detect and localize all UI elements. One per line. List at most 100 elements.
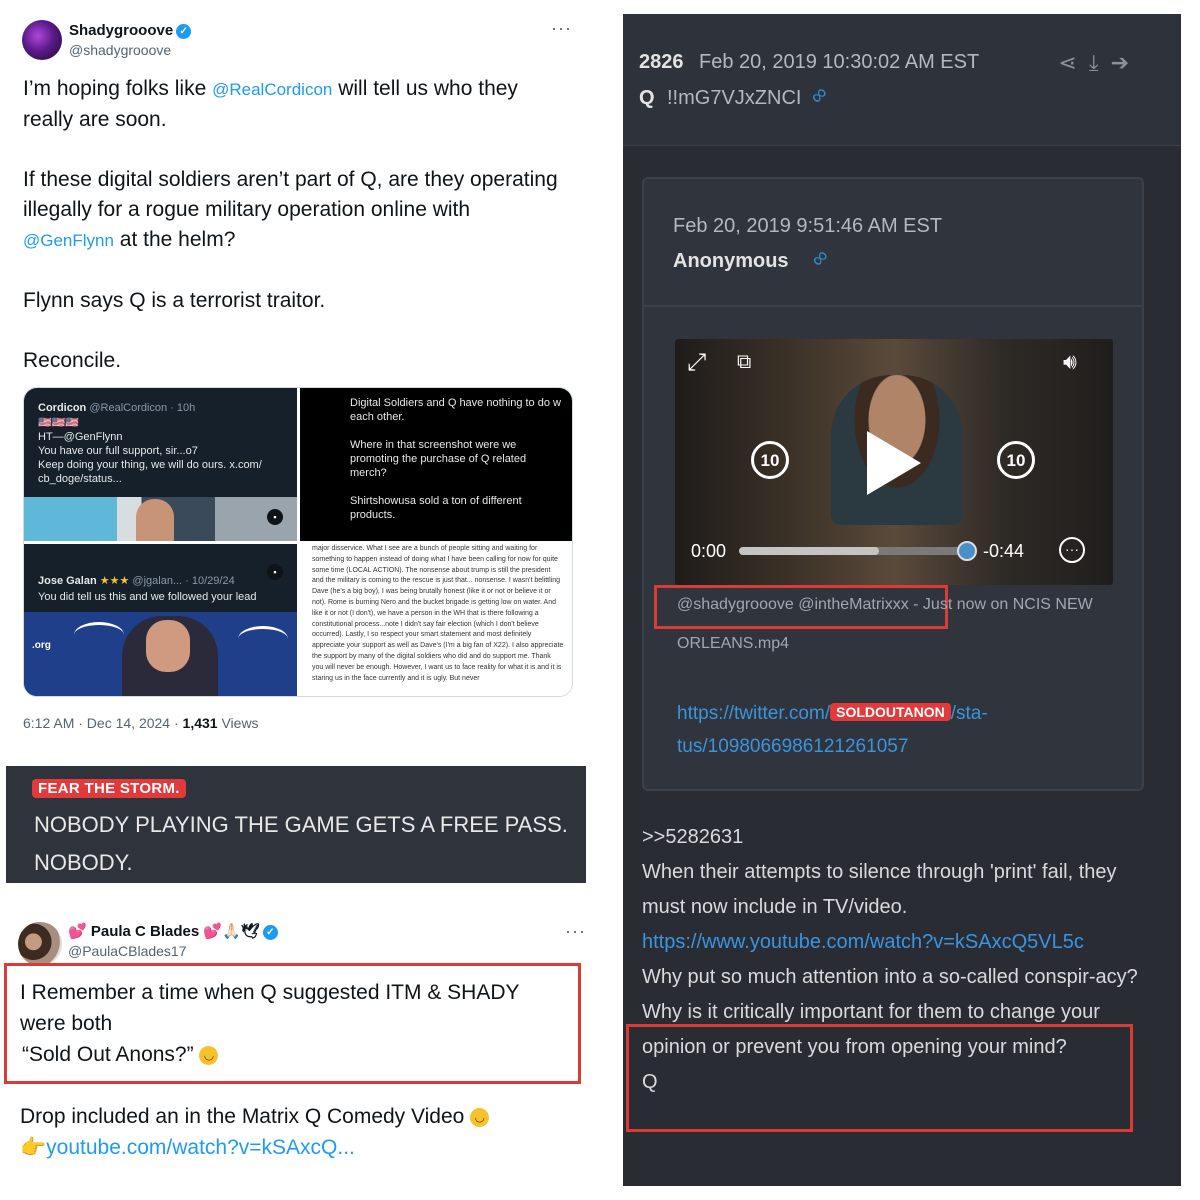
reply-reference[interactable]: >>5282631 (642, 820, 1152, 855)
video-caption: @shadygrooove @intheMatrixxx - Just now … (677, 596, 1093, 614)
twitter-link[interactable]: tus/1098066986121261057 (677, 736, 908, 758)
tweet-line: “Sold Out Anons?” ◡ (20, 1039, 560, 1070)
tweet-paragraph: I’m hoping folks like @RealCordicon will… (23, 74, 563, 135)
tweet-paragraph: Reconcile. (23, 349, 122, 372)
youtube-link[interactable]: https://www.youtube.com/watch?v=kSAxcQ5V… (642, 925, 1152, 960)
post-number[interactable]: 2826 (639, 51, 684, 74)
post-actions: ⋖⤓➔ (1058, 50, 1141, 76)
tweet-paula-c-blades: 💕 Paula C Blades 💕🙏🏻🕊 ✓ @PaulaCBlades17 ·… (0, 905, 600, 1200)
verified-badge-icon: ✓ (262, 924, 278, 940)
banner-line: NOBODY. (34, 850, 133, 875)
media-grid[interactable]: Cordicon @RealCordicon · 10h 🇺🇸🇺🇸🇺🇸 HT—@… (23, 387, 573, 697)
backdrop-logo-text: .org (32, 640, 51, 651)
body-text: When their attempts to silence through '… (642, 861, 1117, 918)
embedded-author: Cordicon @RealCordicon · 10h (38, 402, 283, 414)
media-cordicon-screenshot[interactable]: Cordicon @RealCordicon · 10h 🇺🇸🇺🇸🇺🇸 HT—@… (24, 388, 297, 541)
q-drop-post: 2826 Feb 20, 2019 10:30:02 AM EST Q !!mG… (623, 14, 1181, 1186)
download-icon[interactable]: ⤓ (1089, 50, 1111, 75)
quoted-post-header: Feb 20, 2019 9:51:46 AM EST Anonymous ∞ (644, 179, 1142, 307)
author-handle[interactable]: @PaulaCBlades17 (68, 943, 187, 959)
tweet-text: I’m hoping folks like @RealCordicon will… (23, 74, 563, 406)
more-options-icon[interactable]: ··· (551, 18, 572, 39)
quoted-phrase: “Sold Out Anons?” (22, 1043, 194, 1066)
time-elapsed: 0:00 (691, 541, 727, 561)
laughing-emoji-icon: ◡ (199, 1045, 219, 1065)
permalink-icon[interactable]: ∞ (805, 243, 834, 272)
play-icon[interactable] (867, 431, 921, 495)
embedded-author: Jose Galan ★★★ @jgalan... · 10/29/24 (24, 544, 297, 587)
views-count: 1,431 (182, 715, 218, 731)
text-span: at the helm? (113, 228, 236, 251)
more-options-icon[interactable]: ··· (1059, 537, 1085, 563)
author-name[interactable]: 💕 Paula C Blades 💕🙏🏻🕊 ✓ (68, 922, 278, 940)
mention-link[interactable]: @GenFlynn (23, 231, 114, 250)
post-author: Q (639, 87, 655, 109)
skip-forward-icon[interactable]: 10 (997, 441, 1035, 479)
text-span: I’m hoping folks like (23, 77, 213, 100)
banner-line: NOBODY PLAYING THE GAME GETS A FREE PASS… (34, 812, 568, 837)
quoted-date: Feb 20, 2019 9:51:46 AM EST (673, 215, 943, 237)
verified-badge-icon: ✓ (176, 23, 192, 39)
embedded-text: Where in that screenshot were we promoti… (350, 439, 527, 479)
video-player[interactable]: ⤢ ⧉ 🔊︎ 10 10 0:00 -0:44 ··· (675, 339, 1113, 585)
volume-icon[interactable]: 🔊︎ (1063, 349, 1077, 375)
permalink-icon[interactable]: ∞ (804, 80, 833, 109)
tweet-shadygrooove: Shadygrooove ✓ @shadygrooove ··· I’m hopi… (6, 14, 588, 750)
tripcode: !!mG7VJxZNCI (667, 87, 802, 109)
embedded-handle: @jgalan... · 10/29/24 (132, 575, 235, 587)
caption-handles: @shadygrooove @intheMatrixxx (677, 596, 909, 613)
go-to-icon[interactable]: ➔ (1111, 50, 1141, 75)
media-long-reply-text[interactable]: major disservice. What I see are a bunch… (300, 544, 572, 696)
embedded-text: HT—@GenFlynn (38, 431, 123, 443)
embedded-text: cb_doge/status... (38, 473, 122, 485)
quoted-author: Anonymous (673, 250, 789, 272)
fullscreen-icon[interactable]: ⤢ (687, 349, 706, 377)
skip-back-icon[interactable]: 10 (751, 441, 789, 479)
views-label: Views (217, 715, 259, 731)
pointing-hand-icon: 👉 (20, 1136, 47, 1159)
expand-media-icon[interactable]: ▪ (267, 509, 283, 525)
banner-tag: FEAR THE STORM. (32, 779, 186, 798)
tweet-paragraph: Flynn says Q is a terrorist traitor. (23, 289, 326, 312)
embedded-text: You have our full support, sir...o7 (38, 445, 198, 457)
share-icon[interactable]: ⋖ (1058, 50, 1088, 75)
caption-text: - Just now on NCIS NEW (908, 596, 1093, 613)
link-text[interactable]: /sta- (951, 703, 988, 724)
embedded-name: Cordicon (38, 402, 87, 414)
text-span: If these digital soldiers aren’t part of… (23, 168, 558, 221)
person-head (136, 499, 174, 541)
star-icons: ★★★ (99, 575, 130, 587)
text-span: Drop included an in the Matrix Q Comedy … (20, 1105, 465, 1128)
author-name-text[interactable]: Shadygrooove (69, 22, 173, 39)
embedded-text: Shirtshowusa sold a ton of different pro… (350, 495, 522, 521)
panel-divider (600, 0, 612, 1200)
twitter-link[interactable]: https://twitter.com/SOLDOUTANON/sta- (677, 703, 988, 725)
scrubber-handle[interactable] (957, 541, 978, 561)
quoted-post: Feb 20, 2019 9:51:46 AM EST Anonymous ∞ … (642, 177, 1144, 791)
expand-media-icon[interactable]: ▪ (267, 564, 283, 580)
timestamp[interactable]: 6:12 AM · Dec 14, 2024 · (23, 715, 183, 731)
mention-link[interactable]: @RealCordicon (212, 80, 332, 99)
avatar[interactable] (22, 20, 62, 60)
fear-the-storm-banner: FEAR THE STORM. NOBODY PLAYING THE GAME … (6, 766, 586, 883)
media-jose-galan-screenshot[interactable]: Jose Galan ★★★ @jgalan... · 10/29/24 You… (24, 544, 297, 696)
body-text: Why put so much attention into a so-call… (642, 966, 1138, 988)
author-name-text[interactable]: Paula C Blades (91, 923, 199, 940)
post-date: Feb 20, 2019 10:30:02 AM EST (699, 51, 980, 73)
speaker-face (146, 620, 190, 672)
heart-emoji-icon: 💕 (68, 923, 87, 940)
more-options-icon[interactable]: ··· (565, 921, 586, 942)
media-digital-soldiers-text[interactable]: Digital Soldiers and Q have nothing to d… (300, 388, 572, 541)
link-text[interactable]: youtube.com/watch?v=kSAxcQ... (46, 1136, 355, 1159)
picture-in-picture-icon[interactable]: ⧉ (737, 351, 751, 374)
highlight-box (626, 1024, 1133, 1132)
author-handle[interactable]: @shadygrooove (69, 42, 171, 58)
link-text[interactable]: https://twitter.com/ (677, 703, 830, 724)
youtube-link[interactable]: 👉youtube.com/watch?v=kSAxcQ... (20, 1132, 355, 1163)
emoji-icons: 💕🙏🏻🕊 (203, 923, 260, 940)
embedded-text: You did tell us this and we followed you… (38, 591, 257, 603)
avatar[interactable] (18, 922, 62, 966)
backdrop-logo-arc (74, 622, 124, 648)
embedded-text: Digital Soldiers and Q have nothing to d… (350, 397, 561, 423)
author-name[interactable]: Shadygrooove ✓ (69, 22, 192, 39)
